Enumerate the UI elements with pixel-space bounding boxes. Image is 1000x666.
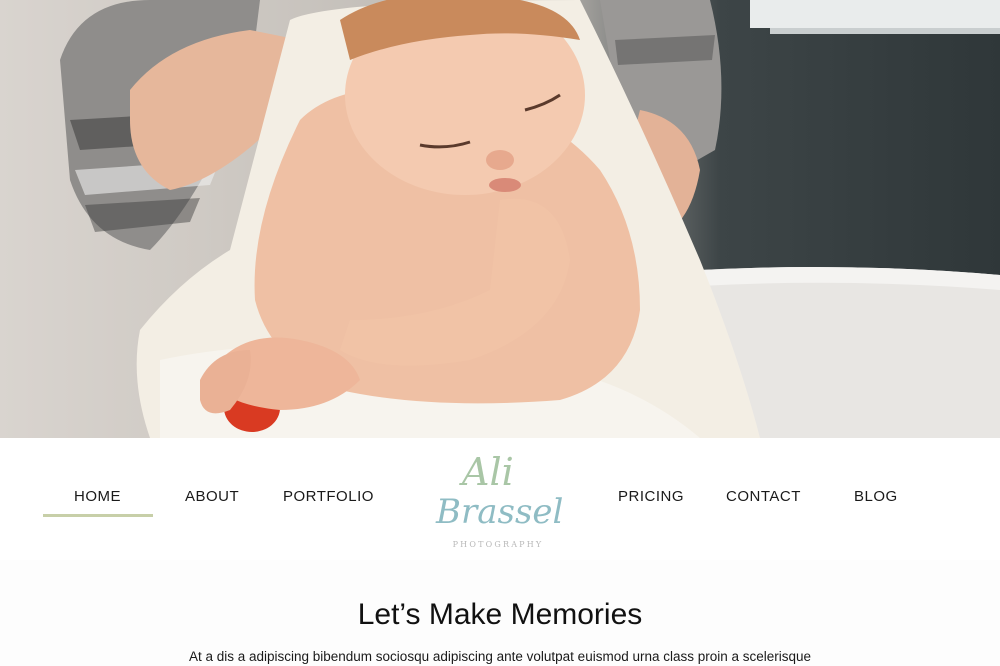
- nav-item-about[interactable]: ABOUT: [185, 488, 239, 505]
- logo-line-1: Ali: [462, 450, 514, 494]
- section-headline: Let’s Make Memories: [357, 598, 643, 631]
- section-body-text: At a dis a adipiscing bibendum sociosqu …: [188, 649, 812, 664]
- hero-photo-illustration: [60, 0, 1000, 438]
- nav-item-contact[interactable]: CONTACT: [726, 488, 801, 505]
- nav-item-pricing[interactable]: PRICING: [618, 488, 684, 505]
- site-logo[interactable]: Ali Brassel PHOTOGRAPHY: [432, 448, 564, 556]
- page: HOME ABOUT PORTFOLIO PRICING CONTACT BLO…: [0, 0, 1000, 666]
- nav-item-blog[interactable]: BLOG: [854, 488, 898, 505]
- hero-photo: [0, 0, 1000, 438]
- nav-item-home[interactable]: HOME: [74, 488, 121, 505]
- intro-section: Let’s Make Memories At a dis a adipiscin…: [0, 560, 1000, 666]
- nav-item-portfolio[interactable]: PORTFOLIO: [283, 488, 374, 505]
- logo-line-2: Brassel: [436, 492, 564, 532]
- logo-subtitle: PHOTOGRAPHY: [452, 540, 544, 549]
